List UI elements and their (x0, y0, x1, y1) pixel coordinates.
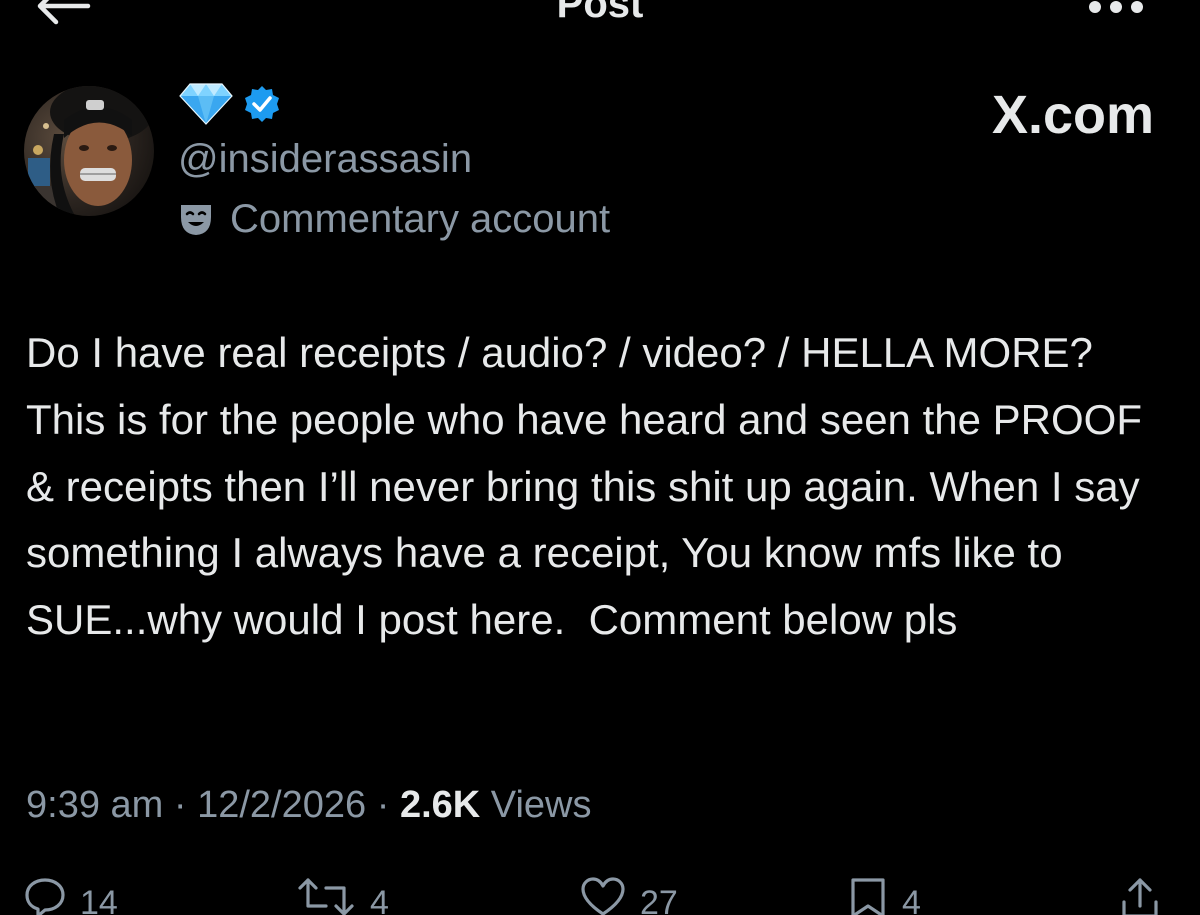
top-bar: Post (0, 0, 1200, 40)
meta-separator: · (376, 784, 400, 826)
gem-icon (179, 82, 233, 125)
views-count[interactable]: 2.6K (400, 784, 480, 826)
display-name[interactable] (178, 82, 282, 130)
meta-separator: · (173, 784, 198, 826)
bookmark-count: 4 (902, 884, 921, 915)
more-dots-icon (1089, 1, 1143, 13)
avatar-photo (24, 86, 154, 216)
share-icon (1122, 878, 1158, 915)
reply-button[interactable]: 14 (24, 876, 118, 915)
page-title: Post (556, 0, 644, 26)
verified-badge[interactable] (242, 84, 282, 129)
verified-check-icon (245, 85, 279, 122)
like-count: 27 (640, 884, 678, 915)
share-button[interactable] (1118, 876, 1162, 915)
post-date[interactable]: 12/2/2026 (197, 784, 366, 826)
account-type-label[interactable]: Commentary account (178, 196, 610, 242)
bookmark-button[interactable]: 4 (848, 876, 921, 915)
heart-icon (581, 877, 625, 915)
post-page: Post @insiderassasin Commentary account … (0, 0, 1200, 915)
author-handle[interactable]: @insiderassasin (178, 137, 472, 182)
post-meta: 9:39 am · 12/2/2026 · 2.6K Views (26, 784, 591, 827)
diamond-badge (178, 82, 234, 131)
repost-button[interactable]: 4 (296, 876, 389, 915)
reply-icon (25, 878, 65, 915)
xcom-watermark: X.com (991, 85, 1154, 145)
post-time[interactable]: 9:39 am (26, 784, 163, 826)
bookmark-icon (851, 878, 885, 915)
repost-icon (298, 878, 354, 915)
theater-mask-icon (181, 205, 211, 235)
avatar[interactable] (24, 86, 154, 216)
like-button[interactable]: 27 (580, 876, 678, 915)
repost-count: 4 (370, 884, 389, 915)
post-text: Do I have real receipts / audio? / video… (26, 329, 1154, 644)
more-options-button[interactable] (1086, 0, 1146, 22)
views-label[interactable]: Views (491, 784, 592, 826)
account-type-text: Commentary account (230, 196, 611, 241)
reply-count: 14 (80, 884, 118, 915)
